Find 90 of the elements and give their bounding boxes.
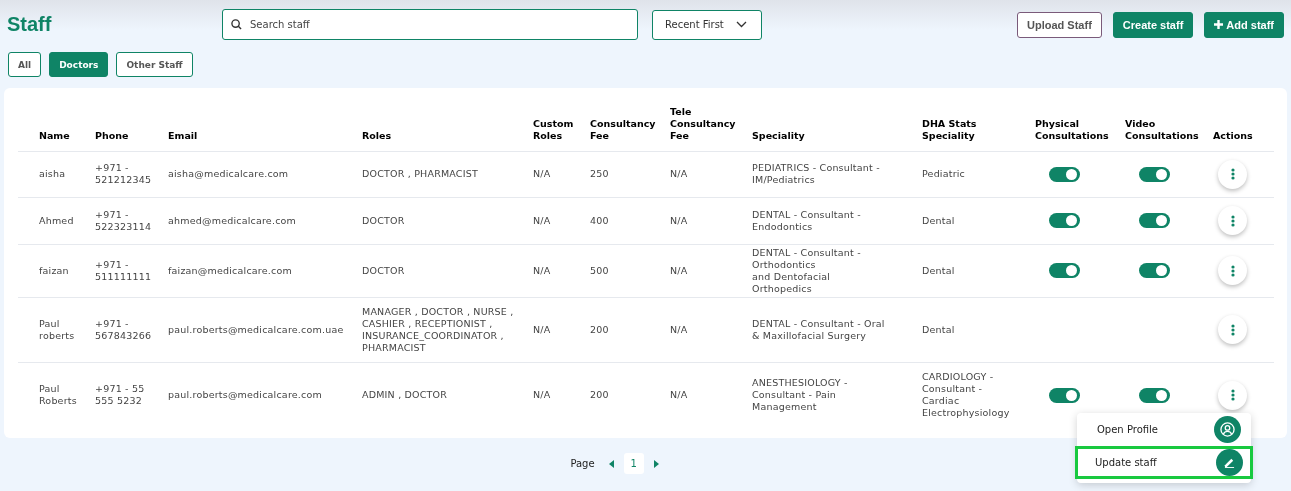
search-field[interactable]: Search staff [222, 9, 638, 40]
table-cell-text: Pediatric [922, 168, 967, 180]
more-options-icon [1230, 323, 1235, 336]
table-cell-text: 200 [590, 389, 610, 402]
table-cell-text: aisha [39, 168, 67, 180]
table-cell-text: Paul Roberts [39, 383, 78, 408]
menu-item[interactable]: Update staff [1075, 446, 1253, 479]
table-cell-text: N/A [670, 214, 689, 227]
add-staff-button[interactable]: Add staff [1204, 11, 1284, 38]
table-cell-text: Dental [922, 323, 956, 336]
search-icon [231, 19, 242, 30]
table-cell-text: paul.roberts@medicalcare.com.uae [168, 323, 345, 336]
page-title: Staff [7, 13, 53, 36]
table-cell-text: ADMIN , DOCTOR [362, 389, 449, 402]
table-cell-text: DOCTOR [362, 214, 406, 227]
column-header: Name [39, 129, 70, 141]
table-cell-text: 250 [590, 168, 610, 180]
pencil-icon [1224, 457, 1235, 468]
create-staff-button[interactable]: Create staff [1112, 11, 1194, 38]
plus-icon [1214, 20, 1224, 29]
filter-tab[interactable]: Other Staff [116, 52, 193, 77]
next-page-icon[interactable] [653, 459, 659, 468]
table-cell-text: N/A [670, 323, 689, 336]
column-header: Phone [95, 129, 129, 141]
table-cell-text: +971 - 567843266 [95, 317, 153, 342]
toggle-switch[interactable] [1139, 213, 1170, 228]
table-cell-text: +971 - 522323114 [95, 208, 153, 233]
table-cell-text: 500 [590, 264, 610, 277]
table-cell-text: N/A [533, 168, 552, 180]
column-header: Consultancy Fee [590, 117, 656, 141]
column-header: DHA Stats Speciality [922, 117, 977, 141]
toggle-switch[interactable] [1139, 263, 1170, 278]
toggle-switch[interactable] [1049, 263, 1080, 278]
table-cell-text: N/A [533, 264, 552, 277]
table-cell-text: ahmed@medicalcare.com [168, 214, 298, 227]
more-options-icon [1230, 214, 1235, 227]
table-cell-text: DENTAL - Consultant - Endodontics [752, 208, 862, 233]
table-cell-text: PEDIATRICS - Consultant - IM/Pediatrics [752, 162, 881, 186]
table-cell-text: Dental [922, 264, 956, 277]
filter-tab[interactable]: Doctors [49, 52, 109, 77]
table-cell-text: ANESTHESIOLOGY - Consultant - Pain Management [752, 377, 849, 414]
table-cell-text: paul.roberts@medicalcare.com [168, 389, 323, 402]
toggle-switch[interactable] [1049, 166, 1080, 182]
table-cell-text: N/A [670, 264, 689, 277]
table-cell-text: N/A [533, 214, 552, 227]
table-cell-text: N/A [533, 323, 552, 336]
more-options-icon [1230, 264, 1235, 277]
table-cell-text: faizan [39, 264, 70, 277]
table-cell-text: 200 [590, 323, 610, 336]
column-header: Tele Consultancy Fee [670, 105, 736, 141]
column-header: Physical Consultations [1035, 117, 1109, 141]
page-number[interactable]: 1 [623, 453, 644, 474]
column-header: Email [168, 129, 198, 141]
table-cell-text: DENTAL - Consultant - Orthodontics and Dentofacial Orthopedics [752, 246, 862, 295]
column-header: Video Consultations [1125, 117, 1199, 141]
toggle-switch[interactable] [1049, 213, 1080, 228]
filter-tab[interactable]: All [8, 52, 42, 77]
page-label: Page [570, 458, 595, 469]
table-cell-text: aisha@medicalcare.com [168, 168, 290, 180]
table-cell-text: N/A [670, 389, 689, 402]
toggle-switch[interactable] [1139, 387, 1170, 403]
table-cell-text: N/A [533, 389, 552, 402]
upload-staff-button[interactable]: Upload Staff [1017, 11, 1102, 38]
table-cell-text: MANAGER , DOCTOR , NURSE , CASHIER , RECEPTIONIST , INSURANCE_COORDINATOR , PHARMACIST [362, 305, 515, 354]
sort-dropdown[interactable]: Recent First [652, 9, 762, 40]
column-header: Custom Roles [533, 117, 574, 141]
menu-item[interactable]: Open Profile [1077, 413, 1251, 446]
table-cell-text: DOCTOR [362, 264, 406, 277]
table-cell-text: Ahmed [39, 214, 75, 227]
column-header: Speciality [752, 129, 805, 141]
chevron-down-icon [735, 21, 747, 28]
toggle-switch[interactable] [1049, 387, 1080, 403]
table-cell-text: +971 - 55 555 5232 [95, 383, 146, 408]
table-cell-text: CARDIOLOGY - Consultant - Cardiac Electrophysiology [922, 371, 1011, 420]
more-options-icon [1230, 168, 1235, 180]
table-cell-text: DENTAL - Consultant - Oral & Maxillofacial Surgery [752, 317, 886, 342]
previous-page-icon[interactable] [608, 459, 614, 468]
table-cell-text: 400 [590, 214, 610, 227]
column-header: Roles [362, 129, 392, 141]
toggle-switch[interactable] [1139, 166, 1170, 182]
table-cell-text: +971 - 521212345 [95, 162, 153, 186]
table-cell-text: +971 - 511111111 [95, 258, 153, 283]
column-header: Actions [1213, 129, 1253, 141]
user-icon [1220, 422, 1235, 437]
table-cell-text: N/A [670, 168, 689, 180]
table-cell-text: faizan@medicalcare.com [168, 264, 293, 277]
more-options-icon [1230, 389, 1235, 402]
table-cell-text: DOCTOR , PHARMACIST [362, 168, 479, 180]
table-cell-text: Paul roberts [39, 317, 76, 342]
table-cell-text: Dental [922, 214, 956, 227]
